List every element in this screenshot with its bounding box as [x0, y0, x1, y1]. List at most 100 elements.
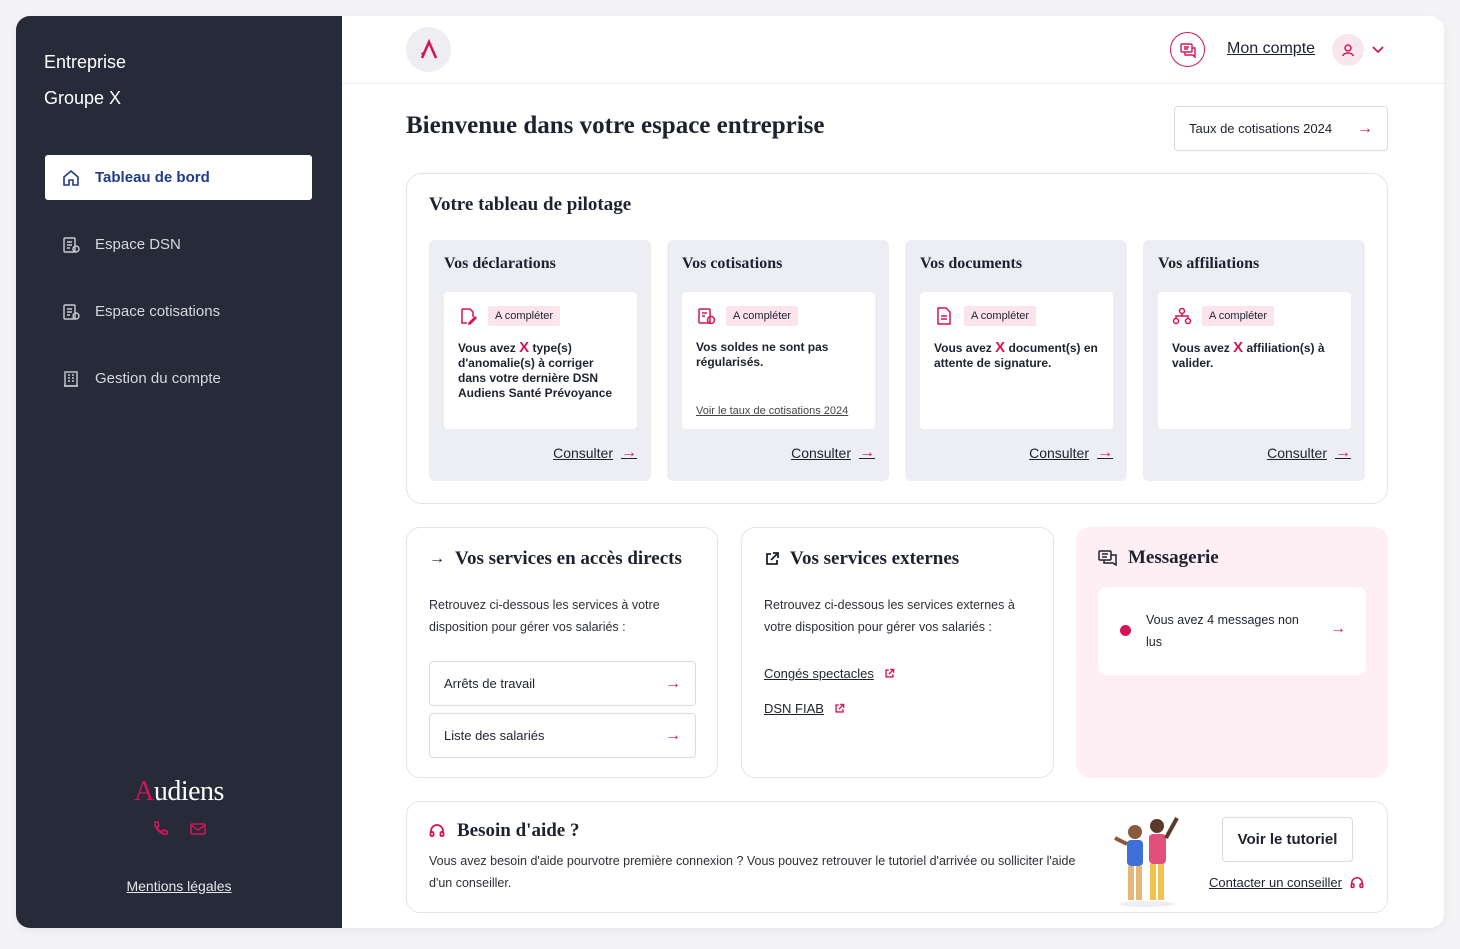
card-body: A compléter Vous avez X affiliation(s) à…: [1158, 292, 1351, 429]
help-panel: Besoin d'aide ? Vous avez besoin d'aide …: [406, 801, 1388, 913]
direct-services-label: Vos services en accès directs: [455, 548, 682, 569]
help-title: Besoin d'aide ?: [429, 820, 579, 842]
sidebar-item-label: Espace cotisations: [95, 303, 221, 320]
consult-link[interactable]: Consulter →: [1267, 444, 1351, 462]
legal-link[interactable]: Mentions légales: [16, 878, 342, 894]
user-icon: [1342, 44, 1354, 57]
consult-link[interactable]: Consulter →: [553, 444, 637, 462]
arrow-right-icon: →: [1330, 620, 1346, 637]
document-icon: [934, 306, 954, 326]
sidebar: Entreprise Groupe X Tableau de bord Espa…: [16, 16, 342, 928]
unread-messages-card[interactable]: Vous avez 4 messages non lus →: [1098, 587, 1366, 675]
card-text-a: Vous avez: [458, 341, 520, 355]
sidebar-item-label: Gestion du compte: [95, 370, 221, 387]
mail-icon[interactable]: [189, 820, 207, 838]
messages-button[interactable]: [1170, 32, 1205, 67]
card-text: Vous avez X affiliation(s) à valider.: [1172, 340, 1337, 371]
pilot-dashboard: Votre tableau de pilotage Vos déclaratio…: [406, 173, 1388, 504]
company-line1: Entreprise: [44, 52, 127, 72]
app-logo[interactable]: [406, 27, 451, 72]
document-icon: [61, 302, 81, 322]
badge-row: A compléter: [696, 306, 861, 326]
consult-label: Consulter: [1029, 445, 1089, 461]
card-title: Vos documents: [920, 255, 1023, 272]
document-money-icon: [696, 306, 716, 326]
audiens-logo: Audiens: [16, 776, 342, 808]
building-icon: [61, 369, 81, 389]
card-text: Vos soldes ne sont pas régularisés.: [696, 340, 829, 369]
rate-2024-button[interactable]: Taux de cotisations 2024 →: [1174, 106, 1388, 151]
external-services: Vos services externes Retrouvez ci-desso…: [741, 527, 1054, 778]
consult-label: Consulter: [1267, 445, 1327, 461]
sidebar-item-label: Tableau de bord: [95, 169, 210, 186]
arrow-right-icon: →: [1335, 444, 1351, 461]
card-cotisations: Vos cotisations A compléter Vos soldes n…: [667, 240, 889, 481]
status-badge: A compléter: [726, 306, 799, 326]
sidebar-item-account[interactable]: Gestion du compte: [45, 356, 312, 401]
badge-row: A compléter: [1172, 306, 1337, 326]
arrow-right-icon: →: [621, 444, 637, 461]
status-badge: A compléter: [964, 306, 1037, 326]
account-link[interactable]: Mon compte: [1227, 40, 1315, 58]
contact-advisor-link[interactable]: Contacter un conseiller: [1209, 875, 1364, 890]
org-chart-icon: [1172, 306, 1192, 326]
conges-spectacles-link[interactable]: Congés spectacles: [764, 666, 895, 681]
home-icon: [61, 168, 81, 188]
sidebar-item-dashboard[interactable]: Tableau de bord: [45, 155, 312, 200]
arrow-right-icon: →: [429, 550, 445, 567]
rate-2024-link[interactable]: Voir le taux de cotisations 2024: [696, 405, 848, 417]
external-link-icon: [885, 668, 895, 678]
app-frame: Entreprise Groupe X Tableau de bord Espa…: [16, 16, 1444, 928]
button-label: Arrêts de travail: [444, 676, 536, 691]
arrow-right-icon: →: [1097, 444, 1113, 461]
button-label: Liste des salariés: [444, 728, 545, 743]
user-avatar[interactable]: [1332, 34, 1364, 66]
people-illustration: [1114, 817, 1179, 907]
document-icon: [61, 235, 81, 255]
company-line2: Groupe X: [44, 88, 122, 108]
card-declarations: Vos déclarations A compléter Vous avez X…: [429, 240, 651, 481]
card-text: Vous avez X type(s) d'anomalie(s) à corr…: [458, 340, 623, 401]
consult-label: Consulter: [553, 445, 613, 461]
pilot-title: Votre tableau de pilotage: [429, 194, 632, 215]
pilot-cards: Vos déclarations A compléter Vous avez X…: [429, 240, 1365, 481]
link-label: Congés spectacles: [764, 666, 874, 681]
contact-label: Contacter un conseiller: [1209, 875, 1342, 890]
employees-list-button[interactable]: Liste des salariés →: [429, 713, 696, 758]
messaging-title: Messagerie: [1098, 547, 1219, 569]
tutorial-button[interactable]: Voir le tutoriel: [1222, 817, 1353, 862]
consult-link[interactable]: Consulter →: [1029, 444, 1113, 462]
external-link-icon: [835, 703, 845, 713]
audiens-logo-text: udiens: [153, 776, 225, 807]
consult-label: Consulter: [791, 445, 851, 461]
sidebar-item-cotisations[interactable]: Espace cotisations: [45, 289, 312, 334]
card-documents: Vos documents A compléter Vous avez X do…: [905, 240, 1127, 481]
messaging-panel: Messagerie Vous avez 4 messages non lus …: [1076, 527, 1388, 778]
sidebar-item-dsn[interactable]: Espace DSN: [45, 222, 312, 267]
unread-dot: [1120, 625, 1131, 636]
external-link-icon: [766, 552, 779, 565]
phone-icon[interactable]: [151, 820, 169, 838]
contact-icons: [16, 820, 342, 838]
link-label: DSN FIAB: [764, 701, 824, 716]
dsn-fiab-link[interactable]: DSN FIAB: [764, 701, 845, 716]
rate-button-label: Taux de cotisations 2024: [1189, 121, 1333, 136]
company-name: Entreprise Groupe X: [44, 44, 126, 116]
card-body: A compléter Vous avez X document(s) en a…: [920, 292, 1113, 429]
consult-link[interactable]: Consulter →: [791, 445, 875, 462]
count-placeholder: X: [995, 339, 1006, 356]
count-placeholder: X: [1233, 339, 1244, 356]
headset-icon: [1350, 876, 1364, 888]
chat-icon: [1098, 550, 1117, 567]
audiens-a-icon: [420, 38, 437, 59]
brand-block: Audiens: [16, 776, 342, 838]
direct-services: → Vos services en accès directs Retrouve…: [406, 527, 718, 778]
headset-icon: [429, 824, 445, 837]
help-text: Vous avez besoin d'aide pourvotre premiè…: [429, 854, 1076, 890]
badge-row: A compléter: [934, 306, 1099, 326]
help-label: Besoin d'aide ?: [457, 820, 580, 841]
card-text-a: Vous avez: [1172, 341, 1234, 355]
chevron-down-icon[interactable]: [1370, 41, 1386, 57]
edit-document-icon: [458, 306, 478, 326]
work-stoppage-button[interactable]: Arrêts de travail →: [429, 661, 696, 706]
